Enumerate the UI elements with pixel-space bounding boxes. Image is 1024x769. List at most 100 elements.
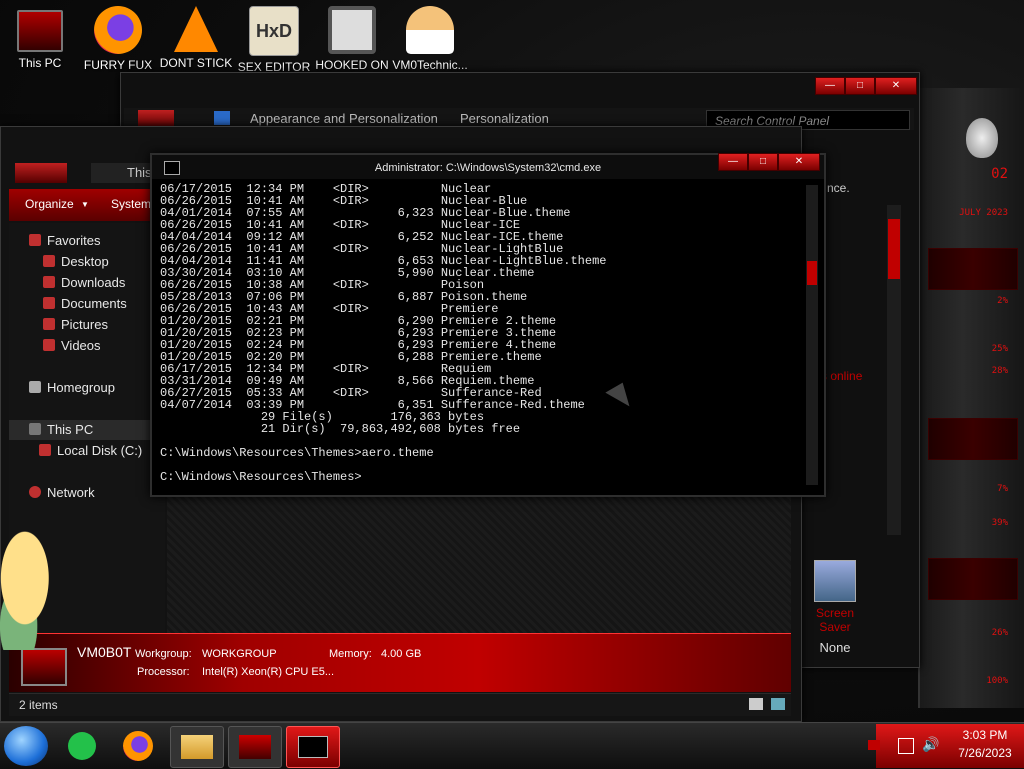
tiles-view-icon[interactable] bbox=[771, 698, 785, 710]
memory-label: Memory: bbox=[329, 648, 372, 660]
gadget-readout: 25% bbox=[991, 344, 1008, 354]
content-area[interactable] bbox=[167, 493, 791, 633]
cp-online-snippet: s online bbox=[821, 369, 863, 383]
cmd-output[interactable]: 06/17/2015 12:34 PM <DIR> Nuclear 06/26/2… bbox=[160, 183, 800, 491]
clock-time: 3:03 PM bbox=[962, 728, 1008, 742]
memory-value: 4.00 GB bbox=[381, 648, 422, 660]
details-pane: VM0B0T Workgroup: WORKGROUP Memory: 4.00… bbox=[9, 633, 791, 692]
screen-saver-icon bbox=[814, 560, 856, 602]
gadget-readout: 2% bbox=[997, 296, 1008, 306]
cmd-icon bbox=[164, 161, 180, 175]
control-panel-icon bbox=[214, 111, 230, 125]
gadget-readout: 100% bbox=[986, 676, 1008, 686]
gadget-block bbox=[928, 248, 1018, 290]
volume-icon[interactable]: 🔊 bbox=[922, 736, 939, 753]
desktop-icon-vm0technic[interactable]: VM0Technic... bbox=[390, 6, 470, 72]
close-button[interactable]: ✕ bbox=[778, 153, 820, 171]
breadcrumb-appearance[interactable]: Appearance and Personalization bbox=[250, 111, 438, 126]
show-hidden-icons[interactable] bbox=[868, 740, 880, 750]
status-bar: 2 items bbox=[9, 693, 791, 716]
gadget-readout: 28% bbox=[991, 366, 1008, 376]
explorer-address[interactable]: This bbox=[91, 163, 152, 183]
personalization-icon bbox=[239, 735, 271, 759]
vlc-icon bbox=[174, 6, 218, 52]
desktop-icon bbox=[43, 255, 55, 267]
scroll-thumb[interactable] bbox=[888, 219, 900, 279]
taskbar-notes[interactable] bbox=[56, 726, 108, 766]
gadget-readout: 39% bbox=[991, 518, 1008, 528]
computer-name: VM0B0T bbox=[77, 644, 132, 660]
screen-saver-label: Screen Saver bbox=[815, 606, 855, 634]
network-icon bbox=[29, 486, 41, 498]
taskbar-cmd[interactable] bbox=[286, 726, 340, 768]
back-forward-buttons[interactable] bbox=[15, 163, 67, 183]
desktop-icon-sex-editor[interactable]: HxD SEX EDITOR bbox=[234, 6, 314, 74]
cmd-window[interactable]: Administrator: C:\Windows\System32\cmd.e… bbox=[150, 153, 826, 497]
gadget-readout: 26% bbox=[991, 628, 1008, 638]
cmd-line: C:\Windows\Resources\Themes>aero.theme bbox=[160, 446, 434, 460]
computer-icon bbox=[21, 648, 67, 686]
hxd-icon: HxD bbox=[249, 6, 299, 56]
documents-icon bbox=[43, 297, 55, 309]
clock[interactable]: 3:03 PM 7/26/2023 bbox=[950, 728, 1020, 760]
processor-label: Processor: bbox=[137, 666, 190, 678]
cp-snippet: nce. bbox=[827, 181, 850, 195]
app-icon bbox=[328, 6, 376, 54]
workgroup-label: Workgroup: bbox=[135, 648, 192, 660]
maximize-button[interactable]: □ bbox=[748, 153, 778, 171]
alienware-gadget-panel: 02 JULY 2023 2% 25% 28% 7% 39% 26% 100% bbox=[918, 88, 1024, 708]
details-view-icon[interactable] bbox=[749, 698, 763, 710]
screen-saver-value: None bbox=[819, 640, 851, 655]
videos-icon bbox=[43, 339, 55, 351]
alien-head-icon bbox=[966, 118, 998, 158]
gadget-month: JULY 2023 bbox=[959, 208, 1008, 218]
folder-icon bbox=[181, 735, 213, 759]
chevron-down-icon: ▼ bbox=[81, 200, 89, 209]
item-count: 2 items bbox=[19, 698, 58, 712]
notes-icon bbox=[68, 732, 96, 760]
close-button[interactable]: ✕ bbox=[875, 77, 917, 95]
pictures-icon bbox=[43, 318, 55, 330]
network-tray-icon[interactable] bbox=[898, 738, 914, 754]
minimize-button[interactable]: — bbox=[815, 77, 845, 95]
scroll-thumb[interactable] bbox=[807, 261, 817, 285]
gadget-block bbox=[928, 558, 1018, 600]
breadcrumb-personalization[interactable]: Personalization bbox=[460, 111, 549, 126]
computer-icon bbox=[29, 423, 41, 435]
maximize-button[interactable]: □ bbox=[845, 77, 875, 95]
cmd-line: C:\Windows\Resources\Themes> bbox=[160, 470, 362, 484]
processor-value: Intel(R) Xeon(R) CPU E5... bbox=[202, 666, 335, 678]
cmd-scrollbar[interactable] bbox=[806, 185, 818, 485]
gadget-readout: 7% bbox=[997, 484, 1008, 494]
system-tray: 🔊 3:03 PM 7/26/2023 bbox=[876, 724, 1024, 768]
character-sticker bbox=[0, 530, 62, 650]
taskbar-explorer[interactable] bbox=[170, 726, 224, 768]
gadget-day: 02 bbox=[991, 166, 1008, 182]
drive-icon bbox=[39, 444, 51, 456]
desktop-icon-hooked-on[interactable]: HOOKED ON bbox=[312, 6, 392, 72]
start-button[interactable] bbox=[4, 726, 48, 766]
taskbar-firefox[interactable] bbox=[112, 726, 164, 766]
doctor-icon bbox=[406, 6, 454, 54]
homegroup-icon bbox=[29, 381, 41, 393]
cp-scrollbar[interactable] bbox=[887, 205, 901, 535]
cmd-icon bbox=[298, 736, 328, 758]
star-icon bbox=[29, 234, 41, 246]
desktop-icon-dont-stick[interactable]: DONT STICK bbox=[156, 6, 236, 70]
gadget-block bbox=[928, 418, 1018, 460]
system-properties-button[interactable]: System bbox=[111, 197, 151, 211]
firefox-icon bbox=[123, 731, 153, 761]
cmd-line: 21 Dir(s) 79,863,492,608 bytes free bbox=[160, 422, 521, 436]
clock-date: 7/26/2023 bbox=[958, 746, 1012, 760]
organize-button[interactable]: Organize bbox=[25, 197, 74, 211]
desktop-icon-this-pc[interactable]: This PC bbox=[0, 6, 80, 70]
downloads-icon bbox=[43, 276, 55, 288]
minimize-button[interactable]: — bbox=[718, 153, 748, 171]
monitor-icon bbox=[17, 10, 63, 52]
taskbar-control-panel[interactable] bbox=[228, 726, 282, 768]
firefox-icon bbox=[94, 6, 142, 54]
cmd-title: Administrator: C:\Windows\System32\cmd.e… bbox=[374, 162, 602, 174]
screen-saver-setting[interactable]: Screen Saver None bbox=[800, 560, 870, 655]
desktop-icon-furry-fux[interactable]: FURRY FUX bbox=[78, 6, 158, 72]
workgroup-value: WORKGROUP bbox=[202, 648, 277, 660]
